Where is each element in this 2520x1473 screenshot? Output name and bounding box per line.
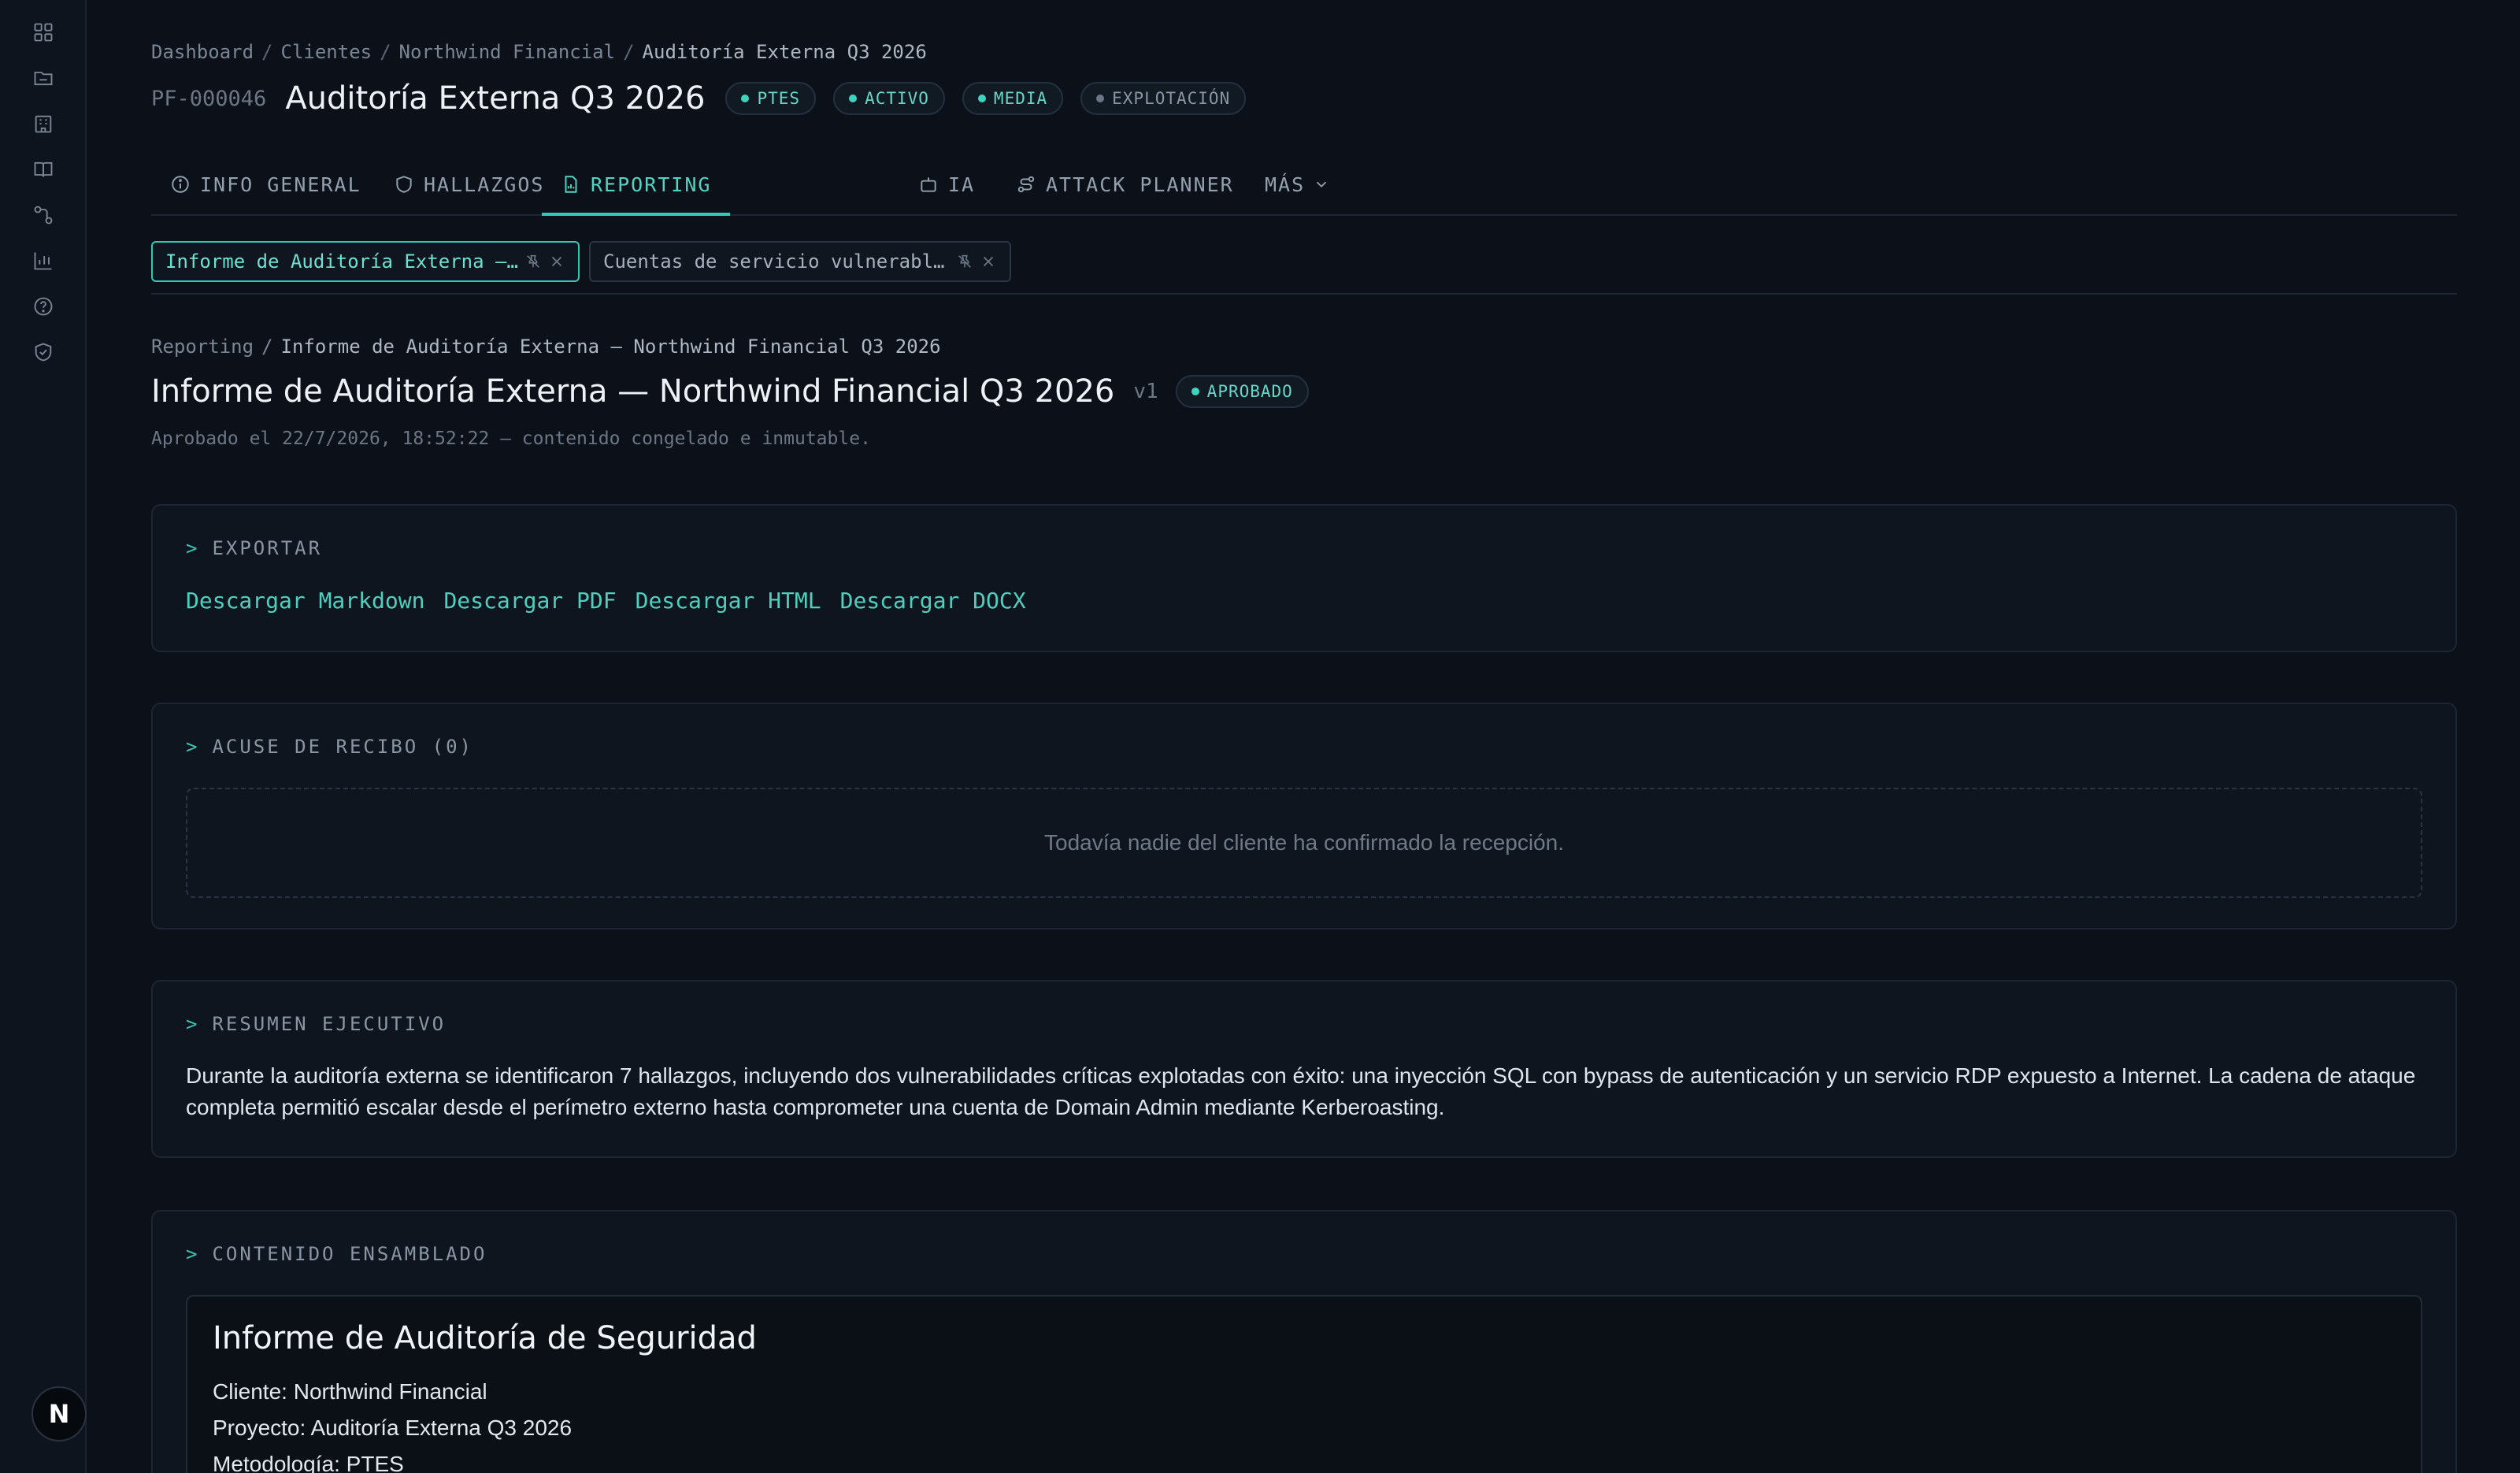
project-tabs: INFO GENERAL HALLAZGOS REPORTING IA ATTA…: [151, 154, 2457, 216]
doc-tab-report[interactable]: Informe de Auditoría Externa — Northwind…: [151, 241, 580, 282]
help-icon[interactable]: [30, 293, 57, 320]
assembled-heading: > CONTENIDO ENSAMBLADO: [186, 1243, 487, 1265]
status-dot: [1191, 388, 1199, 395]
document-methodology-line: Metodología: PTES: [213, 1452, 404, 1473]
download-html-link[interactable]: Descargar HTML: [636, 588, 821, 614]
breadcrumb-clientes[interactable]: Clientes: [281, 41, 372, 63]
assembled-content-card: > CONTENIDO ENSAMBLADO Informe de Auditor…: [151, 1210, 2457, 1473]
breadcrumb-reporting[interactable]: Reporting: [151, 336, 254, 358]
file-chart-icon: [565, 176, 577, 193]
status-dot: [1096, 95, 1105, 102]
summary-text: Durante la auditoría externa se identifi…: [186, 1063, 2416, 1119]
methodology-badge: PTES: [725, 82, 817, 115]
close-icon[interactable]: [980, 253, 997, 270]
phase-badge: EXPLOTACIÓN: [1080, 82, 1247, 115]
document-project-line: Proyecto: Auditoría Externa Q3 2026: [213, 1415, 573, 1440]
info-icon: [172, 176, 189, 193]
dashboard-icon[interactable]: [30, 19, 57, 46]
avatar[interactable]: N: [32, 1386, 87, 1441]
left-rail: N: [0, 0, 87, 1473]
receipt-empty-state: Todavía nadie del cliente ha confirmado …: [186, 788, 2422, 898]
building-icon[interactable]: [30, 110, 57, 137]
status-badge: ACTIVO: [833, 82, 945, 115]
status-dot: [977, 95, 986, 102]
priority-badge: MEDIA: [962, 82, 1064, 115]
summary-card: > RESUMEN EJECUTIVO Durante la auditoría …: [151, 980, 2457, 1158]
project-header: PF-000046 Auditoría Externa Q3 2026 PTES…: [151, 80, 1263, 117]
receipt-card: > ACUSE DE RECIBO (0) Todavía nadie del c…: [151, 703, 2457, 929]
doc-tab-finding[interactable]: Cuentas de servicio vulnerables a Kerber…: [589, 241, 1011, 282]
report-header: Informe de Auditoría Externa — Northwind…: [151, 373, 1326, 410]
tab-mas[interactable]: MÁS: [1265, 154, 1330, 214]
breadcrumb-client[interactable]: Northwind Financial: [399, 41, 616, 63]
approval-badge: APROBADO: [1175, 375, 1309, 408]
page-title: Auditoría Externa Q3 2026: [285, 80, 706, 117]
workflow-icon[interactable]: [30, 202, 57, 228]
open-documents-bar: Informe de Auditoría Externa — Northwind…: [151, 241, 2457, 295]
breadcrumb: Dashboard / Clientes / Northwind Financial / A…: [151, 41, 927, 63]
export-links: Descargar Markdown Descargar PDF Descarg…: [186, 588, 1026, 614]
shield-check-icon[interactable]: [30, 339, 57, 365]
bar-chart-icon[interactable]: [30, 247, 57, 274]
tab-hallazgos[interactable]: HALLAZGOS: [394, 154, 544, 214]
app-root: N Dashboard / Clientes / Northwind Financial…: [0, 0, 2520, 1473]
status-dot: [741, 95, 750, 102]
tab-ia[interactable]: IA: [918, 154, 975, 214]
download-docx-link[interactable]: Descargar DOCX: [840, 588, 1026, 614]
tab-info-general[interactable]: INFO GENERAL: [170, 154, 361, 214]
breadcrumb-report: Informe de Auditoría Externa — Northwind…: [280, 336, 941, 358]
breadcrumb-current: Auditoría Externa Q3 2026: [642, 41, 927, 63]
receipt-heading: > ACUSE DE RECIBO (0): [186, 736, 473, 758]
export-heading: > EXPORTAR: [186, 537, 323, 559]
summary-heading: > RESUMEN EJECUTIVO: [186, 1013, 447, 1035]
chevron-down-icon: [1317, 181, 1327, 188]
breadcrumb-dashboard[interactable]: Dashboard: [151, 41, 254, 63]
project-id: PF-000046: [151, 86, 267, 111]
folder-icon[interactable]: [30, 65, 57, 91]
download-pdf-link[interactable]: Descargar PDF: [443, 588, 616, 614]
bot-icon: [921, 177, 936, 192]
doc-tab-label: Informe de Auditoría Externa — Northwind…: [165, 250, 518, 273]
approval-note: Aprobado el 22/7/2026, 18:52:22 — conten…: [151, 429, 871, 449]
shield-icon: [396, 176, 412, 193]
close-icon[interactable]: [548, 253, 565, 270]
status-dot: [849, 95, 858, 102]
unpin-icon[interactable]: [956, 253, 973, 270]
book-icon[interactable]: [30, 156, 57, 183]
unpin-icon[interactable]: [524, 253, 542, 270]
assembled-document: Informe de Auditoría de Seguridad Client…: [186, 1295, 2422, 1473]
report-version: v1: [1133, 380, 1158, 403]
doc-tab-label: Cuentas de servicio vulnerables a Kerber…: [603, 250, 950, 273]
document-client-line: Cliente: Northwind Financial: [213, 1379, 487, 1404]
report-breadcrumb: Reporting / Informe de Auditoría Externa —…: [151, 336, 941, 358]
tab-attack-planner[interactable]: ATTACK PLANNER: [1016, 154, 1234, 214]
download-markdown-link[interactable]: Descargar Markdown: [186, 588, 424, 614]
report-title: Informe de Auditoría Externa — Northwind…: [151, 373, 1115, 410]
route-icon: [1017, 176, 1035, 193]
tab-reporting[interactable]: REPORTING: [542, 154, 731, 216]
document-title: Informe de Auditoría de Seguridad: [213, 1320, 757, 1356]
export-card: > EXPORTAR Descargar Markdown Descargar P…: [151, 504, 2457, 652]
